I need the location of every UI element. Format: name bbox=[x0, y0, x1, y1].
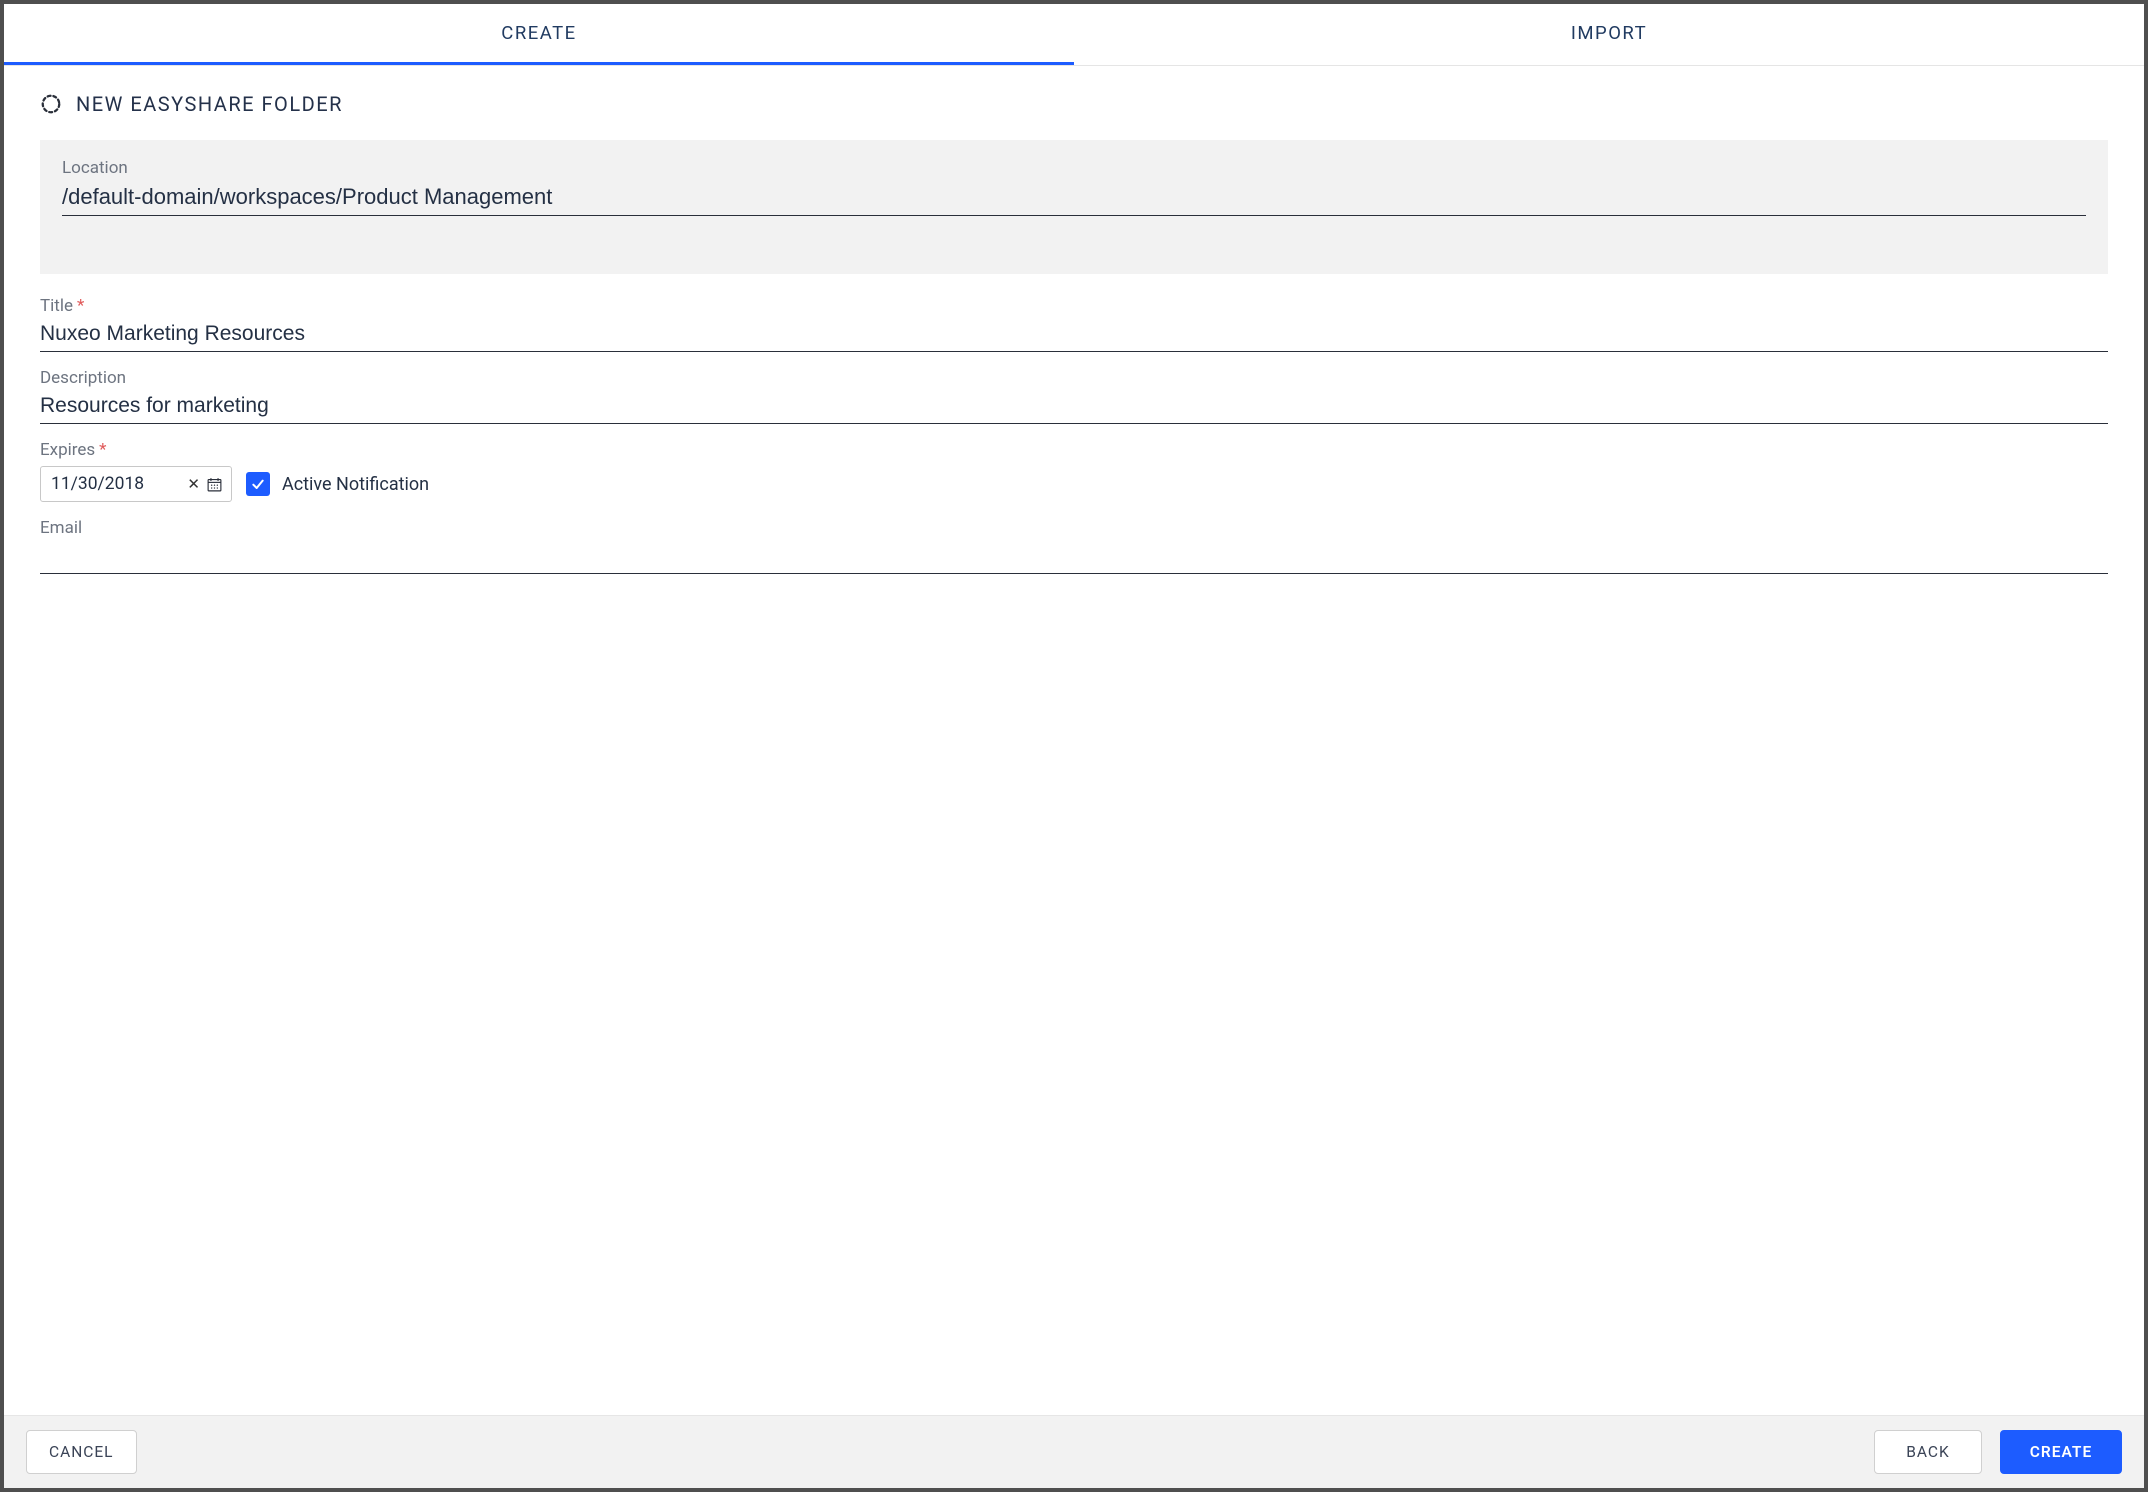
form-content: NEW EASYSHARE FOLDER Location Title* Des… bbox=[4, 66, 2144, 1415]
tab-import[interactable]: IMPORT bbox=[1074, 4, 2144, 65]
title-field: Title* bbox=[40, 296, 2108, 352]
clear-date-icon[interactable]: ✕ bbox=[181, 475, 206, 493]
title-label-text: Title bbox=[40, 296, 73, 316]
tab-bar: CREATE IMPORT bbox=[4, 4, 2144, 66]
active-notification-checkbox[interactable] bbox=[246, 472, 270, 496]
form-header: NEW EASYSHARE FOLDER bbox=[40, 92, 2108, 116]
active-notification-field: Active Notification bbox=[246, 472, 429, 496]
easyshare-icon bbox=[40, 93, 62, 115]
expires-label-text: Expires bbox=[40, 440, 95, 460]
create-button[interactable]: CREATE bbox=[2000, 1430, 2122, 1474]
expires-date-value: 11/30/2018 bbox=[51, 474, 181, 494]
required-star-icon: * bbox=[77, 296, 84, 316]
back-button[interactable]: BACK bbox=[1874, 1430, 1982, 1474]
email-field: Email bbox=[40, 518, 2108, 574]
expires-row: 11/30/2018 ✕ bbox=[40, 466, 2108, 502]
tab-create[interactable]: CREATE bbox=[4, 4, 1074, 65]
expires-field: Expires* 11/30/2018 ✕ bbox=[40, 440, 2108, 502]
checkmark-icon bbox=[250, 476, 266, 492]
location-block: Location bbox=[40, 140, 2108, 274]
back-button-label: BACK bbox=[1906, 1443, 1950, 1461]
create-button-label: CREATE bbox=[2030, 1443, 2092, 1461]
description-label: Description bbox=[40, 368, 2108, 388]
title-input[interactable] bbox=[40, 318, 2108, 352]
tab-import-label: IMPORT bbox=[1571, 22, 1647, 44]
location-label: Location bbox=[62, 158, 2086, 178]
email-label: Email bbox=[40, 518, 2108, 538]
footer-right: BACK CREATE bbox=[1874, 1430, 2122, 1474]
form-title: NEW EASYSHARE FOLDER bbox=[76, 92, 343, 116]
calendar-icon[interactable] bbox=[206, 476, 223, 493]
description-input[interactable] bbox=[40, 390, 2108, 424]
cancel-button-label: CANCEL bbox=[49, 1443, 114, 1461]
create-dialog: CREATE IMPORT NEW EASYSHARE FOLDER Locat… bbox=[0, 0, 2148, 1492]
email-input[interactable] bbox=[40, 540, 2108, 574]
title-label: Title* bbox=[40, 296, 2108, 316]
expires-date-picker[interactable]: 11/30/2018 ✕ bbox=[40, 466, 232, 502]
tab-create-label: CREATE bbox=[501, 22, 576, 44]
active-notification-label: Active Notification bbox=[282, 474, 429, 495]
location-input[interactable] bbox=[62, 180, 2086, 216]
required-star-icon: * bbox=[99, 440, 106, 460]
description-field: Description bbox=[40, 368, 2108, 424]
dialog-footer: CANCEL BACK CREATE bbox=[4, 1415, 2144, 1488]
cancel-button[interactable]: CANCEL bbox=[26, 1430, 137, 1474]
expires-label: Expires* bbox=[40, 440, 2108, 460]
